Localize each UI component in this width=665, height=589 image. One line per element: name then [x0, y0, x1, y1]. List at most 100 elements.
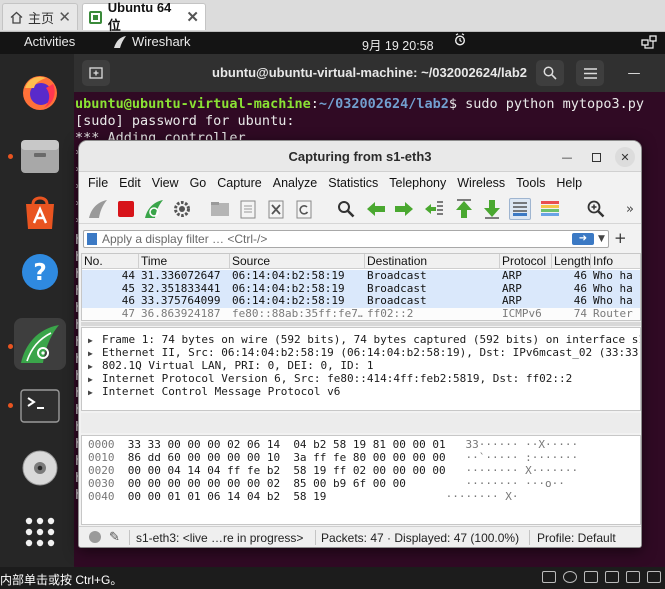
edit-comment-icon[interactable]: ✎	[109, 529, 120, 545]
capture-options-button[interactable]	[171, 198, 193, 220]
host-tab-ubuntu[interactable]: Ubuntu 64 位 ✕	[82, 0, 206, 33]
last-packet-button[interactable]	[481, 198, 503, 220]
menu-edit[interactable]: Edit	[119, 176, 141, 190]
dock-show-apps[interactable]	[14, 506, 66, 558]
app-menu[interactable]: Wireshark	[113, 34, 191, 49]
minimize-button[interactable]: —	[620, 60, 648, 86]
expand-arrow-icon[interactable]: ▶	[88, 375, 102, 384]
column-header-protocol[interactable]: Protocol	[500, 254, 552, 269]
go-forward-button[interactable]	[393, 198, 415, 220]
detail-tree-item[interactable]: ▶ 802.1Q Virtual LAN, PRI: 0, DEI: 0, ID:…	[88, 359, 374, 372]
apply-filter-arrow-icon[interactable]: ➜	[572, 233, 594, 245]
display-filter-input[interactable]	[102, 231, 562, 247]
packet-details-pane[interactable]: ▶ Frame 1: 74 bytes on wire (592 bits), 7…	[81, 327, 641, 411]
network-adapter-icon[interactable]	[584, 571, 598, 583]
detail-tree-item[interactable]: ▶ Internet Control Message Protocol v6	[88, 385, 340, 398]
wireshark-window[interactable]: Capturing from s1-eth3 — ✕ File Edit Vie…	[78, 140, 642, 548]
column-header-length[interactable]: Length	[552, 254, 591, 269]
table-row[interactable]: 46 33.375764099 06:14:04:b2:58:19 Broadc…	[82, 295, 640, 308]
close-button[interactable]: ✕	[615, 147, 635, 167]
usb-icon[interactable]	[605, 571, 619, 583]
expand-arrow-icon[interactable]: ▶	[88, 336, 102, 345]
restart-capture-button[interactable]	[143, 198, 165, 220]
column-header-no[interactable]: No.	[82, 254, 139, 269]
start-capture-button[interactable]	[87, 198, 109, 220]
clock[interactable]: 9月 19 20:58	[362, 35, 434, 54]
close-file-button[interactable]	[265, 198, 287, 220]
dock-firefox[interactable]	[14, 66, 66, 118]
zoom-in-button[interactable]	[585, 198, 607, 220]
expand-arrow-icon[interactable]: ▶	[88, 349, 102, 358]
dock-wireshark[interactable]	[14, 318, 66, 370]
detail-tree-item[interactable]: ▶ Frame 1: 74 bytes on wire (592 bits), 7…	[88, 333, 641, 346]
detail-tree-item[interactable]: ▶ Internet Protocol Version 6, Src: fe80:…	[88, 372, 572, 385]
dock-optical-drive[interactable]	[14, 442, 66, 494]
pane-splitter[interactable]	[81, 413, 641, 433]
table-row[interactable]: 47 36.863924187 fe80::88ab:35ff:fe7… ff0…	[82, 307, 640, 320]
reload-file-button[interactable]	[293, 198, 315, 220]
go-to-packet-button[interactable]	[423, 198, 445, 220]
cell-destination: Broadcast	[367, 270, 427, 282]
expand-arrow-icon[interactable]: ▶	[88, 388, 102, 397]
colorize-button[interactable]	[539, 198, 561, 220]
expert-info-icon[interactable]	[89, 531, 101, 543]
cd-drive-icon[interactable]	[563, 571, 577, 583]
maximize-icon	[591, 152, 601, 162]
search-button[interactable]	[536, 60, 564, 86]
dock-help[interactable]: ?	[14, 246, 66, 298]
sound-icon[interactable]	[626, 571, 640, 583]
detail-tree-item[interactable]: ▶ Ethernet II, Src: 06:14:04:b2:58:19 (06…	[88, 346, 640, 359]
autoscroll-button[interactable]	[509, 198, 531, 220]
table-row[interactable]: 45 32.351833441 06:14:04:b2:58:19 Broadc…	[82, 282, 640, 295]
menu-view[interactable]: View	[152, 176, 179, 190]
pane-splitter[interactable]	[81, 322, 641, 326]
menu-help[interactable]: Help	[556, 176, 582, 190]
cell-time: 31.336072647	[141, 270, 221, 282]
network-icon[interactable]	[641, 35, 657, 49]
shark-fin-icon	[89, 200, 107, 218]
packet-bytes-pane[interactable]: 0000 33 33 00 00 00 02 06 14 04 b2 58 19…	[81, 435, 641, 525]
toolbar-overflow-button[interactable]: »	[619, 198, 641, 220]
hard-disk-icon[interactable]	[542, 571, 556, 583]
bookmark-icon[interactable]	[87, 233, 97, 245]
minimize-button[interactable]: —	[557, 147, 577, 167]
cell-no: 47	[121, 307, 135, 320]
column-header-info[interactable]: Info	[591, 254, 640, 269]
first-packet-button[interactable]	[453, 198, 475, 220]
display-icon[interactable]	[647, 571, 661, 583]
terminal-line: [sudo] password for ubuntu:	[75, 113, 295, 129]
dock-files[interactable]	[14, 130, 66, 182]
column-header-destination[interactable]: Destination	[365, 254, 500, 269]
detail-tree-label: Frame 1: 74 bytes on wire (592 bits), 74…	[102, 333, 641, 346]
stop-capture-button[interactable]	[115, 198, 137, 220]
menu-statistics[interactable]: Statistics	[328, 176, 378, 190]
dock-software[interactable]	[14, 186, 66, 238]
maximize-button[interactable]	[586, 147, 606, 167]
host-tab-home[interactable]: 主页 ✕	[2, 3, 78, 30]
menu-wireless[interactable]: Wireless	[457, 176, 505, 190]
packet-list[interactable]: No. Time Source Destination Protocol Len…	[81, 253, 641, 321]
menu-file[interactable]: File	[88, 176, 108, 190]
close-icon[interactable]: ✕	[58, 8, 71, 26]
menu-button[interactable]	[576, 60, 604, 86]
column-header-source[interactable]: Source	[230, 254, 365, 269]
profile-status[interactable]: Profile: Default	[537, 531, 616, 545]
add-filter-button[interactable]: +	[614, 229, 627, 247]
menu-capture[interactable]: Capture	[217, 176, 261, 190]
menu-tools[interactable]: Tools	[516, 176, 545, 190]
expand-arrow-icon[interactable]: ▶	[88, 362, 102, 371]
column-header-time[interactable]: Time	[139, 254, 230, 269]
dock-terminal[interactable]	[14, 380, 66, 432]
menu-telephony[interactable]: Telephony	[389, 176, 446, 190]
menu-analyze[interactable]: Analyze	[273, 176, 317, 190]
go-back-button[interactable]	[365, 198, 387, 220]
chevron-down-icon[interactable]: ▼	[598, 231, 605, 247]
find-packet-button[interactable]	[335, 198, 357, 220]
close-icon[interactable]: ✕	[186, 8, 199, 26]
menu-go[interactable]: Go	[190, 176, 207, 190]
table-row[interactable]: 44 31.336072647 06:14:04:b2:58:19 Broadc…	[82, 270, 640, 283]
terminal-icon	[20, 389, 60, 423]
save-file-button[interactable]	[237, 198, 259, 220]
activities-button[interactable]: Activities	[24, 34, 75, 49]
open-file-button[interactable]	[209, 198, 231, 220]
